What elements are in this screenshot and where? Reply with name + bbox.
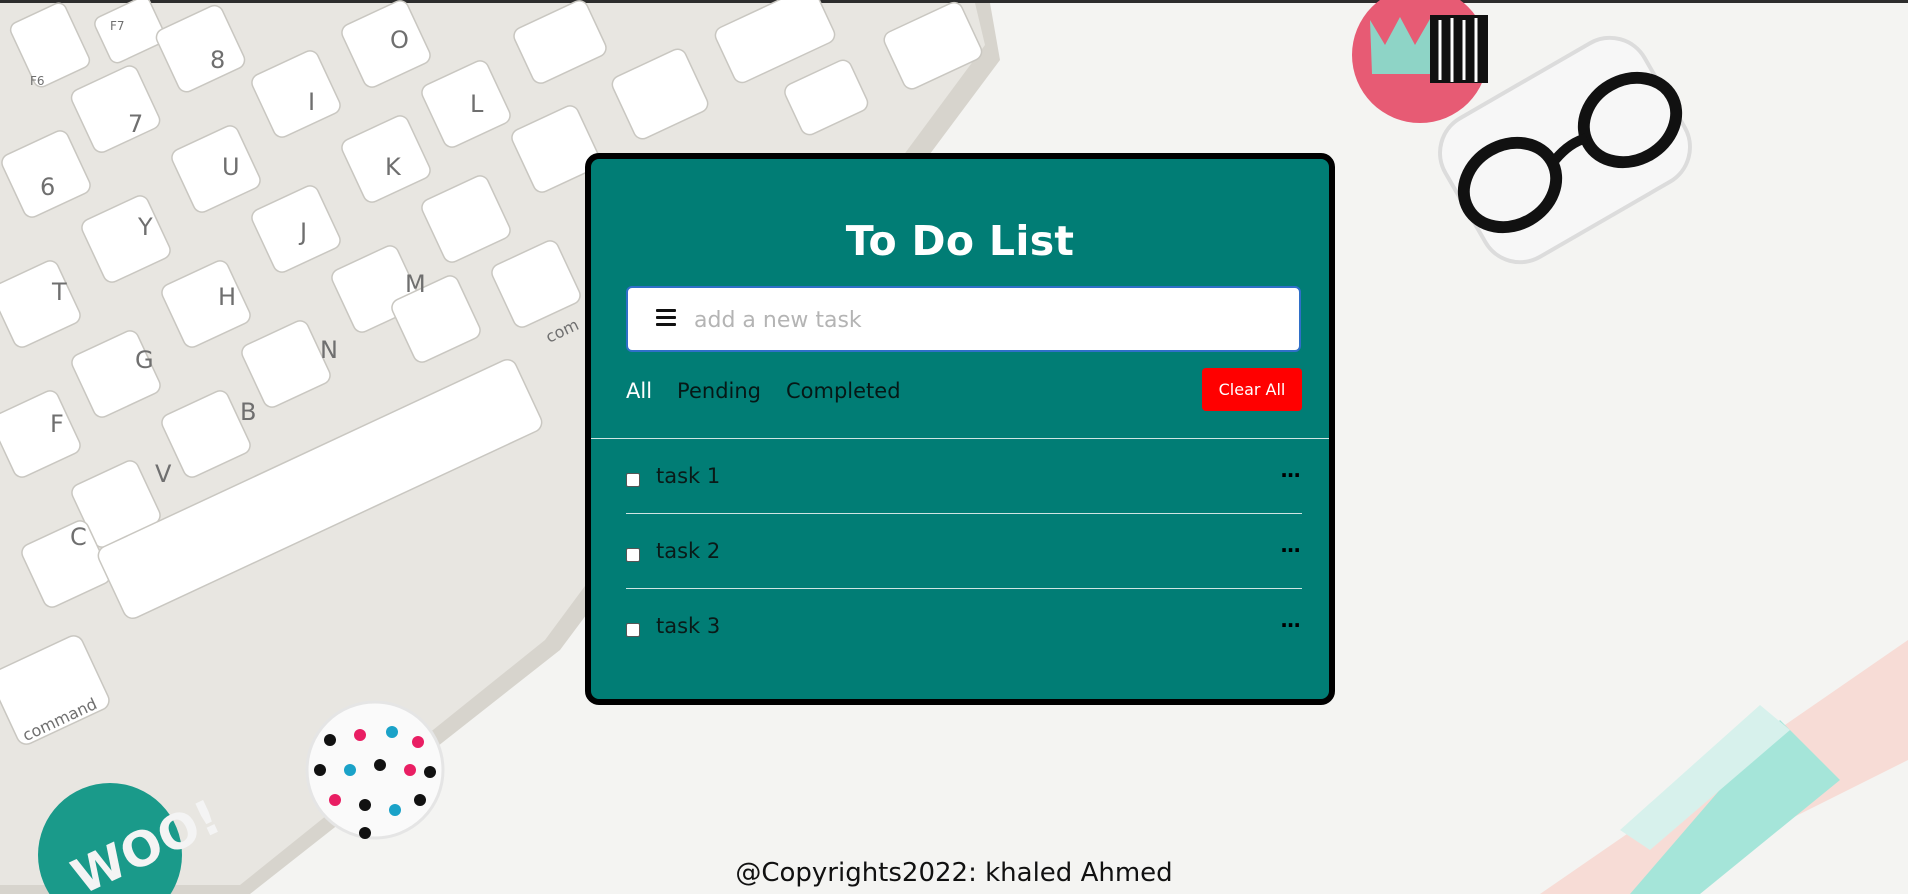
filter-tabs: All Pending Completed: [626, 373, 901, 409]
svg-text:U: U: [222, 153, 240, 181]
svg-text:K: K: [385, 153, 402, 181]
task-checkbox[interactable]: [626, 548, 640, 562]
svg-text:I: I: [308, 88, 315, 116]
svg-text:8: 8: [210, 46, 225, 74]
filter-completed[interactable]: Completed: [786, 379, 901, 403]
svg-text:Y: Y: [137, 213, 153, 241]
task-input[interactable]: [692, 294, 1286, 346]
task-item: task 3 ···: [626, 589, 1302, 663]
task-checkbox[interactable]: [626, 623, 640, 637]
svg-text:T: T: [51, 278, 67, 306]
svg-text:F: F: [50, 410, 64, 438]
menu-icon: [656, 309, 676, 327]
svg-text:C: C: [70, 523, 87, 551]
todo-card: To Do List All Pending Completed Clear A…: [585, 153, 1335, 705]
footer-copyright: @Copyrights2022: khaled Ahmed: [735, 858, 1173, 888]
svg-text:G: G: [135, 346, 154, 374]
svg-text:V: V: [155, 460, 172, 488]
task-item: task 1 ···: [626, 439, 1302, 514]
filter-all[interactable]: All: [626, 379, 652, 403]
task-checkbox[interactable]: [626, 473, 640, 487]
task-options-icon[interactable]: ···: [1280, 463, 1301, 487]
svg-text:7: 7: [128, 110, 143, 138]
svg-text:6: 6: [40, 173, 55, 201]
task-input-container[interactable]: [626, 286, 1301, 352]
polka-dot-badge-image: [305, 700, 445, 840]
svg-text:L: L: [470, 90, 484, 118]
filter-pending[interactable]: Pending: [677, 379, 761, 403]
task-options-icon[interactable]: ···: [1280, 613, 1301, 637]
task-list: task 1 ··· task 2 ··· task 3 ···: [626, 439, 1302, 663]
svg-text:H: H: [218, 283, 236, 311]
task-options-icon[interactable]: ···: [1280, 538, 1301, 562]
svg-text:O: O: [390, 26, 409, 54]
svg-text:N: N: [320, 336, 338, 364]
clear-all-button[interactable]: Clear All: [1202, 368, 1302, 411]
task-label: task 1: [656, 464, 721, 488]
svg-text:B: B: [240, 398, 256, 426]
svg-text:J: J: [298, 218, 307, 246]
svg-text:F7: F7: [110, 19, 125, 33]
svg-text:F6: F6: [30, 74, 45, 88]
task-label: task 2: [656, 539, 721, 563]
svg-text:M: M: [405, 270, 426, 298]
task-label: task 3: [656, 614, 721, 638]
task-item: task 2 ···: [626, 514, 1302, 589]
app-title: To Do List: [845, 217, 1075, 265]
